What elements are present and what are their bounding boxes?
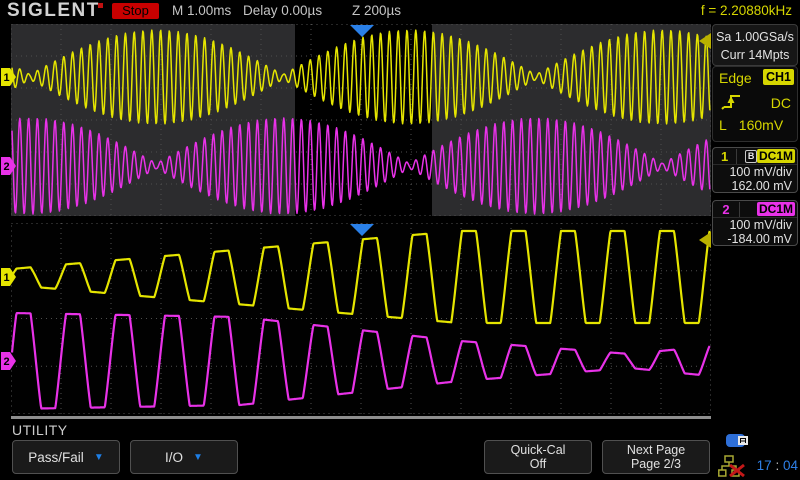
svg-text:1: 1	[3, 72, 9, 84]
clock-minutes: 04	[783, 458, 798, 473]
svg-text:1: 1	[3, 272, 9, 284]
trigger-info-box[interactable]: Edge CH1 DC L160mV	[712, 66, 798, 142]
trigger-level-readout: L160mV	[719, 117, 783, 133]
channel2-header: 2 DC1M	[713, 201, 797, 218]
dropdown-arrow-icon: ▼	[94, 452, 104, 463]
logo-dot	[98, 3, 103, 8]
next-page-indicator: Page 2/3	[631, 457, 681, 471]
svg-text:2: 2	[3, 161, 9, 173]
rising-edge-icon	[721, 91, 743, 111]
svg-text:2: 2	[3, 356, 9, 368]
clock-colon: :	[775, 458, 779, 473]
siglent-logo: SIGLENT	[7, 0, 100, 22]
trigger-coupling: DC	[771, 95, 791, 111]
zoom-scale-readout: Z 200µs	[352, 3, 401, 18]
top-status-bar: SIGLENT Stop M 1.00ms Delay 0.00µs Z 200…	[0, 0, 800, 23]
menu-title: UTILITY	[12, 422, 68, 438]
grid-bottom-edge	[11, 416, 711, 419]
channel2-coupling-badge: DC1M	[757, 202, 795, 216]
sample-rate: Sa 1.00GSa/s	[713, 28, 797, 46]
memory-depth: Curr 14Mpts	[713, 46, 797, 64]
quick-cal-label: Quick-Cal	[511, 443, 566, 457]
delay-readout: Delay 0.00µs	[243, 3, 322, 18]
channel1-info-box[interactable]: 1 B DC1M 100 mV/div 162.00 mV	[712, 147, 798, 193]
waveform-display[interactable]: 1 2 1 2	[0, 0, 712, 430]
dropdown-arrow-icon: ▼	[193, 452, 203, 463]
run-state-badge[interactable]: Stop	[112, 3, 159, 19]
acquisition-info-box: Sa 1.00GSa/s Curr 14Mpts	[712, 24, 798, 66]
channel1-header: 1 B DC1M	[713, 148, 797, 165]
channel1-offset: 162.00 mV	[713, 179, 797, 193]
trigger-type: Edge	[719, 70, 752, 86]
quick-cal-state: Off	[530, 457, 546, 471]
channel1-number: 1	[713, 149, 737, 164]
bandwidth-limit-icon: B	[745, 150, 757, 163]
lan-disconnected-icon	[718, 455, 748, 477]
pass-fail-button[interactable]: Pass/Fail ▼	[12, 440, 120, 474]
usb-icon	[726, 433, 752, 449]
channel2-info-box[interactable]: 2 DC1M 100 mV/div -184.00 mV	[712, 200, 798, 246]
channel1-scale: 100 mV/div	[713, 165, 797, 179]
channel1-coupling-badge: DC1M	[757, 149, 795, 163]
trigger-source-badge: CH1	[763, 69, 794, 85]
next-page-button[interactable]: Next Page Page 2/3	[602, 440, 710, 474]
quick-cal-button[interactable]: Quick-Cal Off	[484, 440, 592, 474]
io-button[interactable]: I/O ▼	[130, 440, 238, 474]
clock-hours: 17	[757, 458, 772, 473]
timebase-readout: M 1.00ms	[172, 3, 231, 18]
pass-fail-label: Pass/Fail	[28, 450, 84, 465]
clock: 17 : 04	[752, 458, 798, 473]
next-page-label: Next Page	[627, 443, 685, 457]
io-label: I/O	[165, 450, 183, 465]
channel2-offset: -184.00 mV	[713, 232, 797, 246]
frequency-counter: f = 2.20880kHz	[701, 3, 792, 18]
channel2-number: 2	[713, 202, 740, 217]
oscilloscope-screen: 1 2 1 2 SIGLENT Stop M 1.00ms Delay 0.00µs …	[0, 0, 800, 480]
channel2-scale: 100 mV/div	[713, 218, 797, 232]
